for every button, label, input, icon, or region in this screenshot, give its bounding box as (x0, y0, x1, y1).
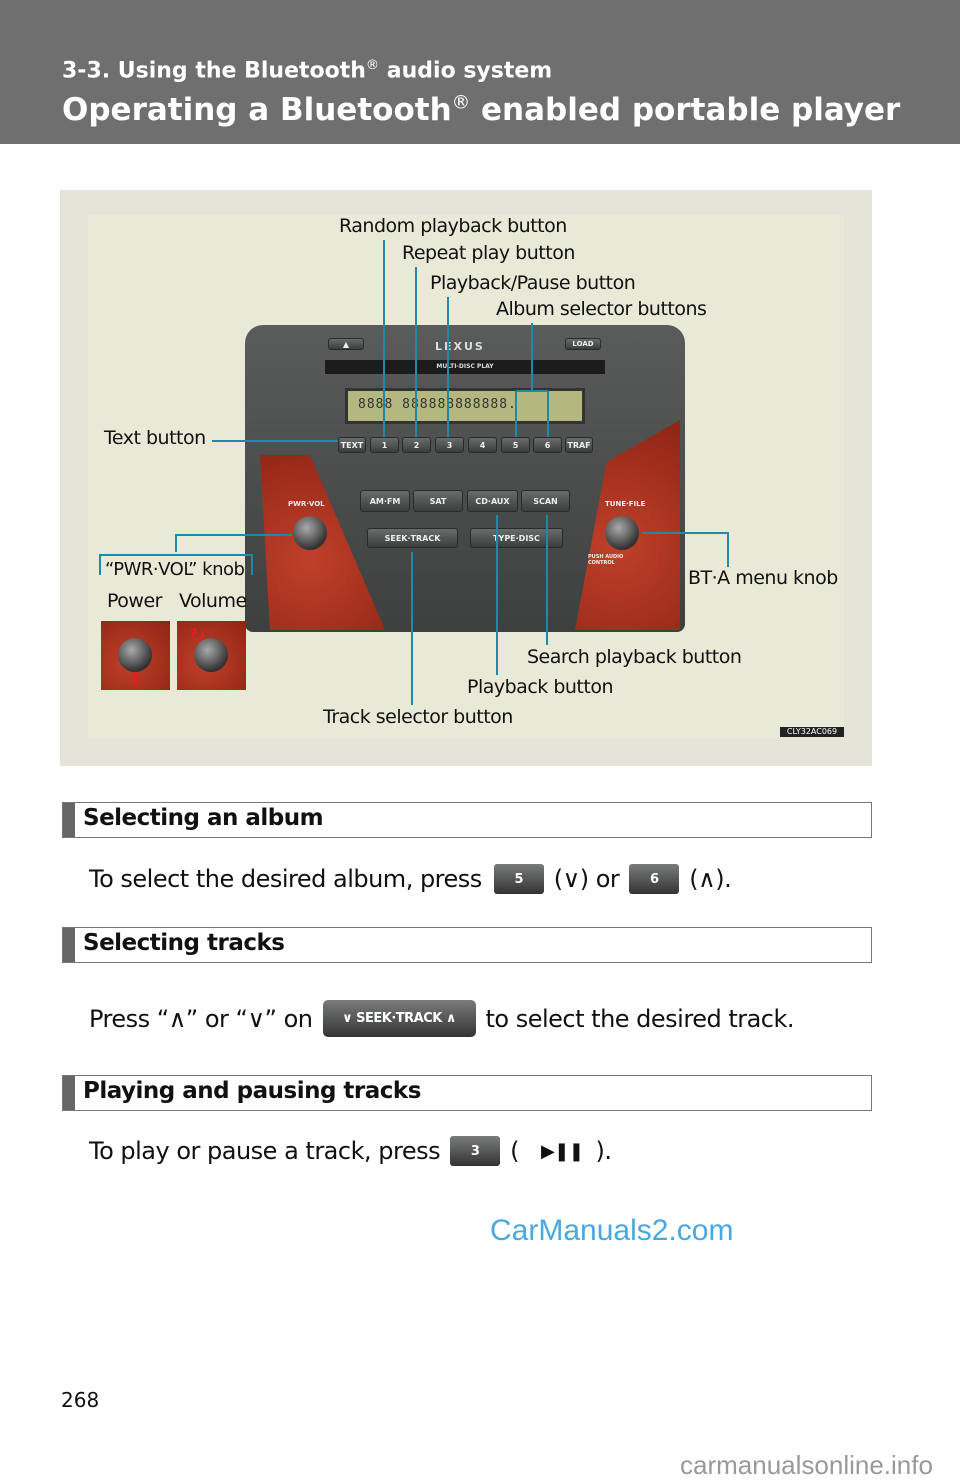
label-search: Search playback button (527, 646, 742, 668)
watermark-carmanualsonline[interactable]: carmanualsonline.info (680, 1450, 933, 1481)
watermark-carmanuals2[interactable]: CarManuals2.com (490, 1214, 733, 1248)
album-instructions: To select the desired album, press 5 (∨) o… (89, 864, 732, 894)
button-6-icon: 6 (629, 864, 680, 894)
seek-track-button-icon: ∨ SEEK·TRACK ∧ (322, 1000, 476, 1037)
button-5-icon: 5 (493, 864, 544, 894)
label-playpause: Playback/Pause button (430, 272, 636, 294)
button-3-icon: 3 (450, 1136, 501, 1166)
play-pause-instructions: To play or pause a track, press 3(▶❚❚). (89, 1136, 612, 1166)
label-volume: Volume (179, 590, 247, 612)
section-header-tracks: Selecting tracks (62, 927, 872, 963)
label-album: Album selector buttons (496, 298, 707, 320)
label-repeat: Repeat play button (402, 242, 575, 264)
section-header-album: Selecting an album (62, 802, 872, 838)
tracks-instructions: Press “∧” or “∨” on ∨ SEEK·TRACK ∧ to sele… (89, 1000, 795, 1037)
label-random: Random playback button (339, 215, 567, 237)
label-playback: Playback button (467, 676, 613, 698)
label-text: Text button (104, 427, 206, 449)
callout-bta (642, 532, 729, 567)
play-pause-icon: ▶❚❚ (540, 1140, 584, 1162)
label-pwr-knob: “PWR·VOL” knob (105, 559, 245, 580)
callout-pwr (175, 534, 292, 552)
label-track: Track selector button (323, 706, 513, 728)
label-bta: BT·A menu knob (688, 567, 838, 589)
label-power: Power (107, 590, 162, 612)
page-number: 268 (61, 1388, 100, 1412)
callout-album (515, 323, 549, 437)
section-header-play-pause: Playing and pausing tracks (62, 1075, 872, 1111)
figure-code: CLY32AC069 (780, 727, 844, 737)
